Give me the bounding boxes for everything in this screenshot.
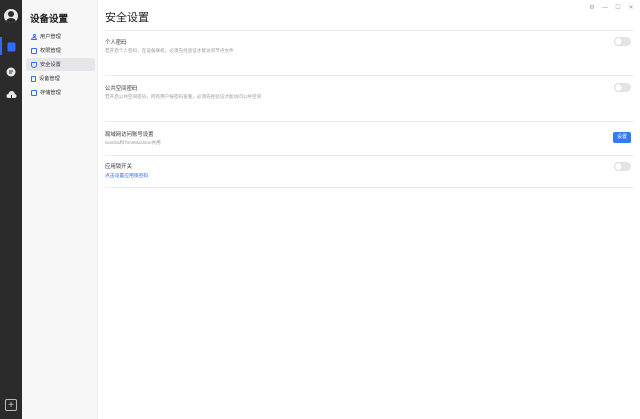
page-title: 安全设置 <box>105 12 149 24</box>
sidebar-item-label: 权限管理 <box>40 48 61 54</box>
close-icon[interactable]: ✕ <box>628 4 634 11</box>
sidebar-item-security[interactable]: 安全设置 <box>26 58 95 71</box>
divider <box>105 187 634 188</box>
divider <box>105 75 634 76</box>
sidebar-item-label: 设备管理 <box>39 76 60 82</box>
storage-icon[interactable] <box>4 40 18 54</box>
lan-account-section: 局域网访问账号设置 Samba和TimeMachine共用 <box>105 130 634 146</box>
divider <box>105 155 634 156</box>
sidebar-item-label: 安全设置 <box>40 62 61 68</box>
section-label: 局域网访问账号设置 <box>105 132 154 138</box>
lan-account-settings-button[interactable]: 设置 <box>613 132 631 143</box>
rail-selection-marker <box>0 37 2 55</box>
sidebar-item-permissions[interactable]: 权限管理 <box>26 44 95 57</box>
sidebar-item-storage[interactable]: 存储管理 <box>26 86 95 99</box>
divider <box>105 121 634 122</box>
divider <box>105 30 634 31</box>
device-icon <box>31 75 36 82</box>
cloud-icon[interactable] <box>4 88 18 102</box>
personal-password-section: 个人密码 若开启个人密码，在设备联机，必须先经验证才能访问节点文件 <box>105 38 634 54</box>
public-space-password-toggle[interactable] <box>614 83 631 92</box>
add-icon[interactable]: + <box>5 399 17 411</box>
app-lock-toggle[interactable] <box>614 162 631 171</box>
section-label: 个人密码 <box>105 40 127 46</box>
sidebar-item-users[interactable]: 用户管理 <box>26 30 95 43</box>
app-rail: + <box>0 0 22 419</box>
sidebar-item-label: 用户管理 <box>40 34 61 40</box>
section-label: 应用锁开关 <box>105 164 132 170</box>
section-label: 公共空间密码 <box>105 86 138 92</box>
section-description: 若开启个人密码，在设备联机，必须先经验证才能访问节点文件 <box>105 48 234 53</box>
settings-sidebar: 设备设置 用户管理 权限管理 安全设置 设备管理 存储管理 <box>22 0 98 419</box>
app-lock-section: 应用锁开关 点击设置应用锁密码 <box>105 162 634 179</box>
maximize-icon[interactable]: ☐ <box>615 4 621 11</box>
sidebar-item-devices[interactable]: 设备管理 <box>26 72 95 85</box>
section-description: Samba和TimeMachine共用 <box>105 140 161 145</box>
storage-icon <box>31 89 37 96</box>
sidebar-menu: 用户管理 权限管理 安全设置 设备管理 存储管理 <box>26 30 95 100</box>
user-icon <box>31 33 37 40</box>
shield-icon <box>31 61 37 68</box>
main-content: ⚙ — ☐ ✕ 安全设置 个人密码 若开启个人密码，在设备联机，必须先经验证才能… <box>98 0 640 419</box>
chat-icon[interactable] <box>4 65 18 79</box>
section-description: 若开启公共空间密码，所有用户按密码查看，必须先经验证才能访问公共空间 <box>105 94 262 99</box>
minimize-icon[interactable]: — <box>602 5 608 11</box>
personal-password-toggle[interactable] <box>614 37 631 46</box>
sidebar-item-label: 存储管理 <box>40 90 61 96</box>
set-app-lock-password-link[interactable]: 点击设置应用锁密码 <box>105 172 634 179</box>
permission-icon <box>31 47 37 54</box>
window-controls: ⚙ — ☐ ✕ <box>589 4 634 12</box>
user-avatar-icon[interactable] <box>4 9 18 23</box>
public-space-password-section: 公共空间密码 若开启公共空间密码，所有用户按密码查看，必须先经验证才能访问公共空… <box>105 84 634 100</box>
sidebar-title: 设备设置 <box>30 14 69 25</box>
settings-icon[interactable]: ⚙ <box>589 4 595 11</box>
